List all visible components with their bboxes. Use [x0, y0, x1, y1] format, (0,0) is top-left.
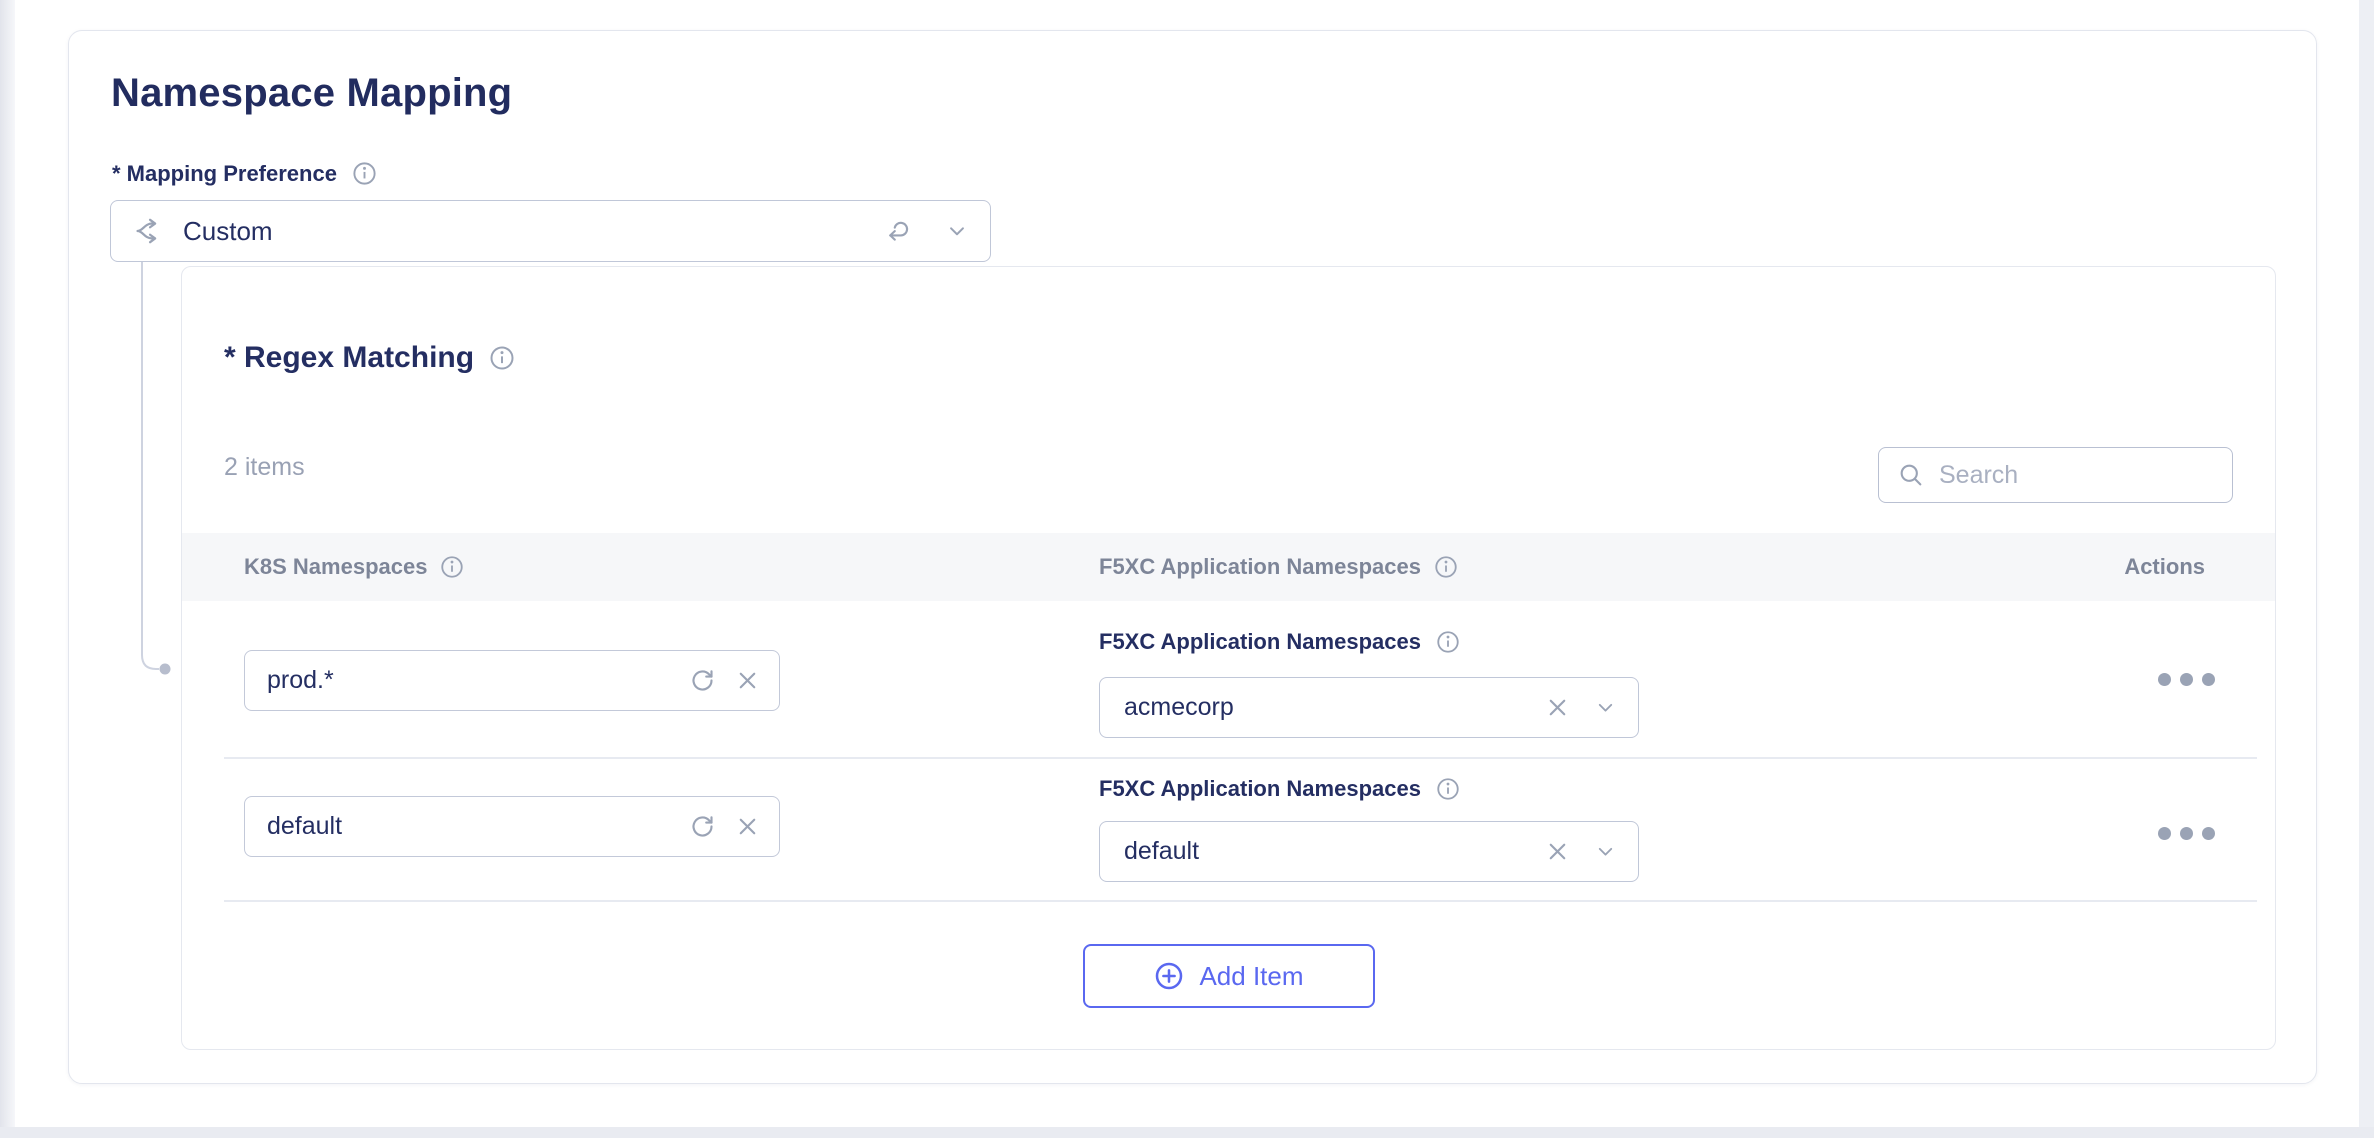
branch-arrows-icon — [133, 215, 165, 247]
table-row: F5XC Application Namespaces default — [182, 759, 2275, 902]
f5xc-namespace-value: default — [1124, 837, 1199, 866]
info-icon[interactable] — [351, 160, 378, 187]
search-input[interactable] — [1939, 461, 2261, 490]
add-item-button[interactable]: Add Item — [1083, 944, 1375, 1008]
ellipsis-menu-icon — [2180, 673, 2193, 686]
refresh-icon[interactable] — [689, 813, 716, 840]
mapping-preference-label: * Mapping Preference — [112, 161, 337, 187]
mapping-preference-label-row: * Mapping Preference — [112, 160, 378, 187]
chevron-down-icon[interactable] — [1593, 695, 1618, 720]
ellipsis-menu-icon — [2202, 827, 2215, 840]
row-divider — [224, 900, 2257, 902]
table-header-row: K8S Namespaces F5XC Application Namespac… — [182, 533, 2275, 601]
column-header-f5xc-namespaces: F5XC Application Namespaces — [1099, 554, 1459, 580]
search-icon — [1897, 461, 1925, 489]
reset-icon[interactable] — [884, 216, 914, 246]
page-right-edge — [2359, 0, 2374, 1138]
plus-circle-icon — [1153, 960, 1185, 992]
k8s-namespace-input[interactable] — [245, 812, 689, 841]
row-actions-menu-button[interactable] — [2148, 663, 2225, 696]
clear-x-icon[interactable] — [734, 667, 761, 694]
ellipsis-menu-icon — [2158, 827, 2171, 840]
mapping-preference-select[interactable]: Custom — [110, 200, 991, 262]
info-icon[interactable] — [439, 554, 465, 580]
chevron-down-icon[interactable] — [944, 218, 970, 244]
ellipsis-menu-icon — [2158, 673, 2171, 686]
page-bottom-edge — [0, 1127, 2374, 1138]
f5xc-field-label: F5XC Application Namespaces — [1099, 629, 1421, 655]
table-row: F5XC Application Namespaces acmecorp — [182, 601, 2275, 759]
clear-x-icon[interactable] — [1544, 694, 1571, 721]
regex-matching-title-row: * Regex Matching — [224, 341, 516, 375]
mapping-preference-value: Custom — [183, 216, 273, 247]
chevron-down-icon[interactable] — [1593, 839, 1618, 864]
search-box[interactable] — [1878, 447, 2233, 503]
f5xc-namespace-select[interactable]: acmecorp — [1099, 677, 1639, 738]
page-title: Namespace Mapping — [111, 71, 512, 116]
k8s-namespace-field[interactable] — [244, 796, 780, 857]
clear-x-icon[interactable] — [1544, 838, 1571, 865]
regex-matching-panel: * Regex Matching 2 items K8S Namespaces — [181, 266, 2276, 1050]
items-count: 2 items — [224, 453, 305, 482]
f5xc-field-label-row: F5XC Application Namespaces — [1099, 776, 1461, 802]
info-icon[interactable] — [1435, 776, 1461, 802]
page-left-edge — [0, 0, 15, 1138]
column-header-label: K8S Namespaces — [244, 554, 427, 580]
f5xc-namespace-value: acmecorp — [1124, 693, 1234, 722]
k8s-namespace-input[interactable] — [245, 666, 689, 695]
nested-field-connector-line — [138, 262, 178, 680]
k8s-namespace-field[interactable] — [244, 650, 780, 711]
add-item-label: Add Item — [1199, 961, 1303, 992]
regex-matching-title: * Regex Matching — [224, 341, 474, 375]
column-header-label: F5XC Application Namespaces — [1099, 554, 1421, 580]
f5xc-field-label-row: F5XC Application Namespaces — [1099, 629, 1461, 655]
f5xc-namespace-select[interactable]: default — [1099, 821, 1639, 882]
info-icon[interactable] — [1435, 629, 1461, 655]
f5xc-field-label: F5XC Application Namespaces — [1099, 776, 1421, 802]
column-header-label: Actions — [2124, 554, 2205, 580]
info-icon[interactable] — [488, 344, 516, 372]
namespace-mapping-card: Namespace Mapping * Mapping Preference C… — [68, 30, 2317, 1084]
ellipsis-menu-icon — [2180, 827, 2193, 840]
info-icon[interactable] — [1433, 554, 1459, 580]
clear-x-icon[interactable] — [734, 813, 761, 840]
ellipsis-menu-icon — [2202, 673, 2215, 686]
row-actions-menu-button[interactable] — [2148, 817, 2225, 850]
refresh-icon[interactable] — [689, 667, 716, 694]
column-header-actions: Actions — [2124, 554, 2205, 580]
column-header-k8s-namespaces: K8S Namespaces — [244, 554, 465, 580]
